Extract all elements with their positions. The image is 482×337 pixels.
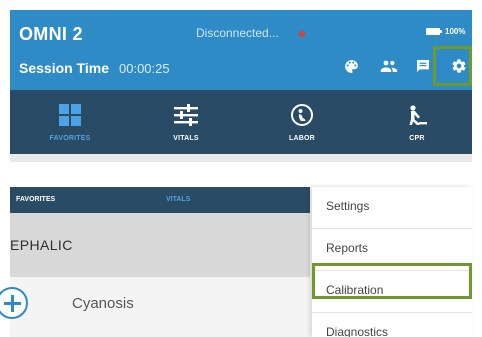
app-title: OMNI 2 xyxy=(19,24,83,44)
gear-highlight-box xyxy=(433,46,472,86)
tab-label: LABOR xyxy=(289,135,315,142)
session-time-label: Session Time xyxy=(19,60,110,76)
add-icon[interactable] xyxy=(0,287,28,319)
battery-indicator: 100% xyxy=(426,27,465,36)
tab-label: VITALS xyxy=(173,135,199,142)
battery-icon xyxy=(426,28,442,35)
calibration-highlight-box xyxy=(312,263,472,299)
battery-level: 100% xyxy=(445,27,466,36)
labor-icon xyxy=(290,103,314,127)
status-dot-icon xyxy=(299,31,305,37)
palette-icon[interactable] xyxy=(340,55,362,77)
section-header: EPHALIC xyxy=(10,213,310,277)
session-time-value: 00:00:25 xyxy=(119,61,170,76)
tab-vitals[interactable]: VITALS xyxy=(131,90,241,154)
menu-item-settings[interactable]: Settings xyxy=(312,187,472,229)
tab-cpr[interactable]: CPR xyxy=(362,90,472,154)
connection-status: Disconnected... xyxy=(196,26,279,40)
settings-menu-screen: FAVORITES VITALS EPHALIC Cyanosis Settin… xyxy=(0,187,472,337)
tab-label: FAVORITES xyxy=(49,135,91,142)
tab-favorites[interactable]: FAVORITES xyxy=(16,196,55,203)
tab-labor[interactable]: LABOR xyxy=(247,90,357,154)
settings-dropdown-menu: Settings Reports Calibration Diagnostics xyxy=(312,187,472,337)
main-tab-bar: FAVORITES VITALS LABOR CPR xyxy=(10,90,472,154)
section-title: EPHALIC xyxy=(10,237,73,253)
menu-item-label: Settings xyxy=(326,199,370,213)
menu-item-label: Diagnostics xyxy=(326,325,389,337)
menu-item-label: Reports xyxy=(326,241,369,255)
cpr-icon xyxy=(405,103,429,127)
tab-favorites[interactable]: FAVORITES xyxy=(15,90,125,154)
grid-icon xyxy=(58,103,82,127)
app-header: OMNI 2 Disconnected... 100% Session Time… xyxy=(10,10,472,90)
sliders-icon xyxy=(174,103,198,127)
omni-main-screen: OMNI 2 Disconnected... 100% Session Time… xyxy=(10,10,472,162)
people-icon[interactable] xyxy=(378,55,400,77)
chat-icon[interactable] xyxy=(412,55,434,77)
list-item[interactable]: Cyanosis xyxy=(0,277,310,337)
list-item-label: Cyanosis xyxy=(72,295,134,312)
tab-vitals[interactable]: VITALS xyxy=(166,196,190,203)
secondary-tab-bar: FAVORITES VITALS xyxy=(10,187,310,213)
menu-item-diagnostics[interactable]: Diagnostics xyxy=(312,313,472,337)
tab-label: CPR xyxy=(409,135,425,142)
